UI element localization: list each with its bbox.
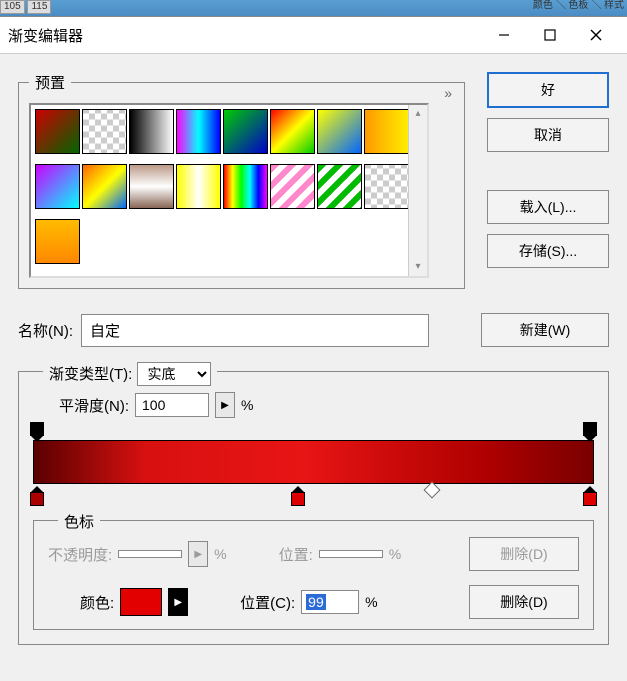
position1-input <box>319 550 383 558</box>
smoothness-dropdown-icon[interactable]: ▶ <box>215 392 235 418</box>
save-button[interactable]: 存储(S)... <box>487 234 609 268</box>
preset-swatch[interactable] <box>35 109 80 154</box>
presets-menu-icon[interactable]: » <box>440 85 456 101</box>
cancel-button[interactable]: 取消 <box>487 118 609 152</box>
close-button[interactable] <box>573 17 619 53</box>
preset-swatch[interactable] <box>129 109 174 154</box>
opacity-stop-right[interactable] <box>583 422 597 438</box>
gradient-type-select[interactable]: 实底 <box>137 362 211 386</box>
preset-swatch[interactable] <box>364 109 409 154</box>
titlebar: 渐变编辑器 <box>0 17 627 54</box>
scroll-up-icon[interactable]: ▴ <box>409 105 427 123</box>
window-title: 渐变编辑器 <box>8 25 481 46</box>
smoothness-unit: % <box>241 397 253 413</box>
position2-input[interactable]: 99 <box>301 590 359 614</box>
preset-swatch[interactable] <box>129 164 174 209</box>
opacity-label: 不透明度: <box>48 544 112 565</box>
opacity-stop-left[interactable] <box>30 422 44 438</box>
preset-swatch[interactable] <box>270 164 315 209</box>
stops-fieldset: 色标 不透明度: ▶ % 位置: % 删除(D) 颜色: ▶ <box>33 520 594 630</box>
opacity-dropdown-icon: ▶ <box>188 541 208 567</box>
presets-scrollbar[interactable]: ▴ ▾ <box>408 105 427 276</box>
position2-unit: % <box>365 594 377 610</box>
preset-swatch[interactable] <box>223 109 268 154</box>
name-label: 名称(N): <box>18 320 73 341</box>
position1-label: 位置: <box>279 544 313 565</box>
preset-swatch[interactable] <box>82 164 127 209</box>
scroll-down-icon[interactable]: ▾ <box>409 258 427 276</box>
preset-swatch[interactable] <box>176 109 221 154</box>
preset-grid: ▴ ▾ <box>29 103 429 278</box>
smoothness-input[interactable]: 100 <box>135 393 209 417</box>
color-stop-mid[interactable] <box>291 486 305 506</box>
color-label: 颜色: <box>80 592 114 613</box>
preset-swatch[interactable] <box>35 164 80 209</box>
presets-legend: 预置 <box>29 72 71 93</box>
opacity-unit: % <box>214 546 226 562</box>
name-input[interactable]: 自定 <box>81 314 429 347</box>
preset-swatch[interactable] <box>270 109 315 154</box>
delete-color-stop-button[interactable]: 删除(D) <box>469 585 579 619</box>
stops-legend: 色标 <box>58 511 100 532</box>
preset-swatch[interactable] <box>35 219 80 264</box>
tab-num: 105 <box>0 0 25 14</box>
color-stop-left[interactable] <box>30 486 44 506</box>
app-tabstrip: 105 115 颜色 ╲ 色板 ╲ 样式 <box>0 0 627 17</box>
gradient-bar[interactable] <box>33 440 594 484</box>
gradient-preview-area[interactable] <box>33 440 594 484</box>
preset-swatch[interactable] <box>317 164 362 209</box>
load-button[interactable]: 载入(L)... <box>487 190 609 224</box>
ok-button[interactable]: 好 <box>487 72 609 108</box>
preset-swatch[interactable] <box>317 109 362 154</box>
smoothness-label: 平滑度(N): <box>59 395 129 416</box>
tab-num: 115 <box>27 0 51 14</box>
opacity-input <box>118 550 182 558</box>
position1-unit: % <box>389 546 401 562</box>
preset-swatch[interactable] <box>364 164 409 209</box>
gradient-type-label: 渐变类型(T): <box>49 366 132 383</box>
color-menu-icon[interactable]: ▶ <box>168 588 188 616</box>
preset-swatch[interactable] <box>223 164 268 209</box>
preset-swatch[interactable] <box>176 164 221 209</box>
color-swatch[interactable] <box>120 588 162 616</box>
presets-fieldset: 预置 » ▴ ▾ <box>18 72 465 289</box>
color-stop-right[interactable] <box>583 486 597 506</box>
minimize-button[interactable] <box>481 17 527 53</box>
preset-swatch[interactable] <box>82 109 127 154</box>
gradient-editor-window: 105 115 颜色 ╲ 色板 ╲ 样式 渐变编辑器 预置 » ▴ ▾ <box>0 0 627 681</box>
position2-label: 位置(C): <box>240 592 295 613</box>
new-button[interactable]: 新建(W) <box>481 313 609 347</box>
gradient-settings: 渐变类型(T): 实底 平滑度(N): 100 ▶ % <box>18 371 609 645</box>
midpoint-diamond[interactable] <box>423 482 440 499</box>
maximize-button[interactable] <box>527 17 573 53</box>
delete-opacity-stop-button: 删除(D) <box>469 537 579 571</box>
palette-tabs: 颜色 ╲ 色板 ╲ 样式 <box>530 0 627 12</box>
